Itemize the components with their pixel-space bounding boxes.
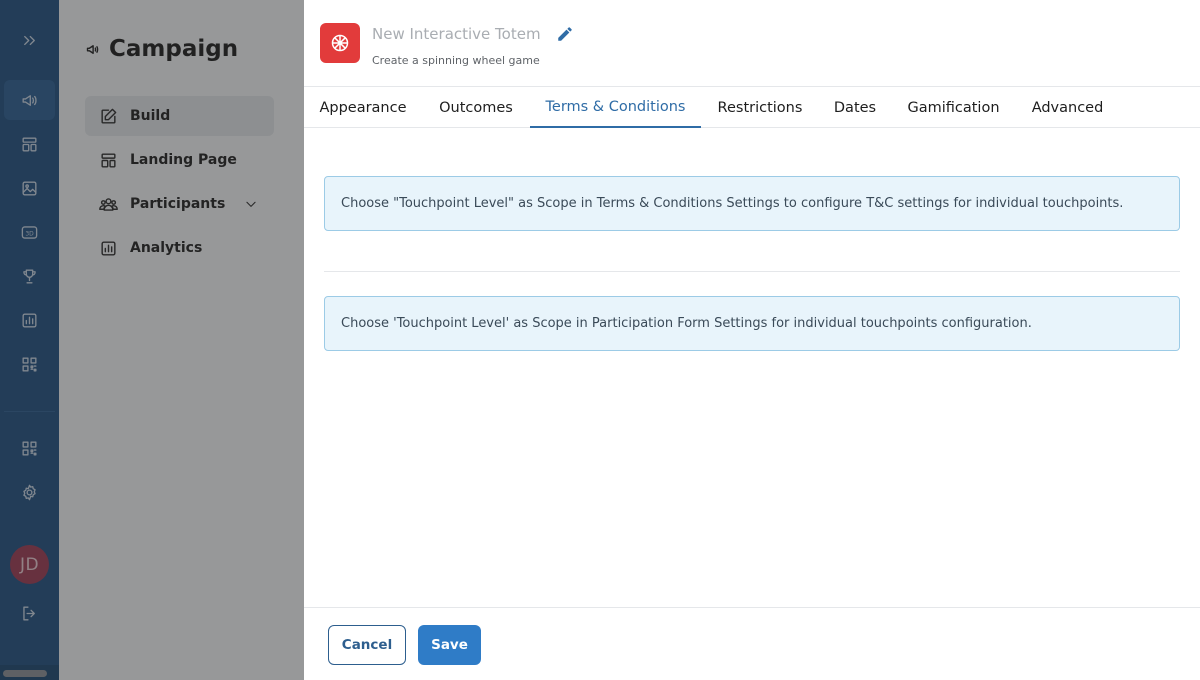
- pencil-icon[interactable]: [556, 25, 574, 43]
- tab-restrictions[interactable]: Restrictions: [701, 87, 819, 128]
- edit-drawer: New Interactive Totem Create a spinning …: [304, 0, 1200, 680]
- tab-advanced[interactable]: Advanced: [1016, 87, 1119, 128]
- tab-dates[interactable]: Dates: [819, 87, 891, 128]
- drawer-header: New Interactive Totem Create a spinning …: [304, 0, 1200, 87]
- tab-bar: Appearance Outcomes Terms & Conditions R…: [304, 87, 1200, 128]
- tab-gamification[interactable]: Gamification: [891, 87, 1016, 128]
- section-divider: [324, 271, 1180, 272]
- cancel-button[interactable]: Cancel: [328, 625, 406, 665]
- save-button[interactable]: Save: [418, 625, 481, 665]
- info-alert-participation: Choose 'Touchpoint Level' as Scope in Pa…: [324, 296, 1180, 351]
- drawer-footer: Cancel Save: [304, 607, 1200, 680]
- drawer-subtitle: Create a spinning wheel game: [372, 54, 540, 67]
- drawer-title: New Interactive Totem: [372, 25, 541, 43]
- tab-terms-conditions[interactable]: Terms & Conditions: [530, 87, 701, 128]
- modal-backdrop[interactable]: [0, 0, 304, 680]
- tab-appearance[interactable]: Appearance: [304, 87, 422, 128]
- info-alert-terms: Choose "Touchpoint Level" as Scope in Te…: [324, 176, 1180, 231]
- spinning-wheel-icon: [320, 23, 360, 63]
- tab-outcomes[interactable]: Outcomes: [422, 87, 530, 128]
